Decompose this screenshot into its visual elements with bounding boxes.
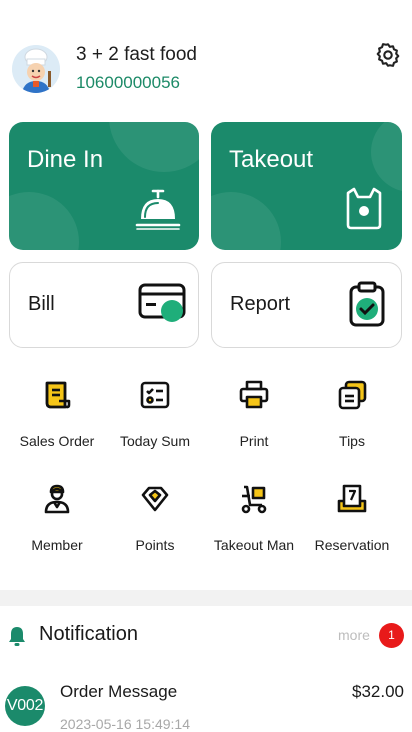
message-avatar: V002 xyxy=(5,686,45,726)
decor-circle xyxy=(109,122,199,172)
notification-list-item[interactable]: V002 Order Message $32.00 2023-05-16 15:… xyxy=(0,672,412,732)
tips-item[interactable]: Tips xyxy=(302,379,402,479)
notification-title: Notification xyxy=(39,623,138,645)
calendar-icon xyxy=(336,483,368,515)
grid-item-label: Takeout Man xyxy=(213,537,295,553)
store-avatar[interactable] xyxy=(12,45,60,93)
service-bell-icon xyxy=(135,187,181,236)
takeout-bag-icon xyxy=(344,185,384,236)
clipboard-check-icon xyxy=(345,281,389,332)
decor-circle xyxy=(211,192,281,250)
grid-item-label: Today Sum xyxy=(119,433,191,449)
reservation-item[interactable]: Reservation xyxy=(302,483,402,583)
grid-item-label: Tips xyxy=(339,433,365,449)
dine-in-card[interactable]: Dine In xyxy=(9,122,199,250)
member-item[interactable]: Member xyxy=(7,483,107,583)
store-phone: 10600000056 xyxy=(76,73,181,92)
grid-item-label: Sales Order xyxy=(19,433,95,449)
message-title: Order Message xyxy=(60,682,178,701)
message-amount: $32.00 xyxy=(352,682,404,701)
settings-gear-icon[interactable] xyxy=(374,41,402,69)
grid-item-label: Member xyxy=(31,537,83,553)
store-name: 3 + 2 fast food xyxy=(76,44,197,65)
app-header: 3 + 2 fast food 10600000056 xyxy=(0,0,412,112)
bell-icon xyxy=(8,626,26,646)
grid-item-label: Print xyxy=(239,433,269,449)
grid-item-label: Reservation xyxy=(314,537,390,553)
more-link[interactable]: more xyxy=(338,627,370,643)
chef-avatar-icon xyxy=(12,45,60,93)
decor-circle xyxy=(9,192,79,250)
diamond-icon xyxy=(139,483,171,515)
checklist-icon xyxy=(139,379,171,411)
print-item[interactable]: Print xyxy=(204,379,304,479)
decor-circle xyxy=(371,122,402,192)
dine-in-label: Dine In xyxy=(27,146,104,173)
member-icon xyxy=(41,483,73,515)
grid-item-label: Points xyxy=(135,537,175,553)
takeout-man-item[interactable]: Takeout Man xyxy=(204,483,304,583)
scooter-icon xyxy=(238,483,270,515)
report-card[interactable]: Report xyxy=(211,262,402,348)
section-divider xyxy=(0,590,412,606)
today-sum-item[interactable]: Today Sum xyxy=(105,379,205,479)
bill-label: Bill xyxy=(28,293,55,315)
unread-badge: 1 xyxy=(379,623,404,648)
bill-card[interactable]: Bill xyxy=(9,262,199,348)
message-time: 2023-05-16 15:49:14 xyxy=(60,716,190,732)
report-label: Report xyxy=(230,293,291,315)
sales-order-item[interactable]: Sales Order xyxy=(7,379,107,479)
credit-card-icon xyxy=(138,281,186,330)
tips-icon xyxy=(336,379,368,411)
takeout-label: Takeout xyxy=(229,146,314,173)
takeout-card[interactable]: Takeout xyxy=(211,122,402,250)
notification-header: Notification more 1 xyxy=(0,606,412,664)
receipt-icon xyxy=(41,379,73,411)
printer-icon xyxy=(238,379,270,411)
points-item[interactable]: Points xyxy=(105,483,205,583)
